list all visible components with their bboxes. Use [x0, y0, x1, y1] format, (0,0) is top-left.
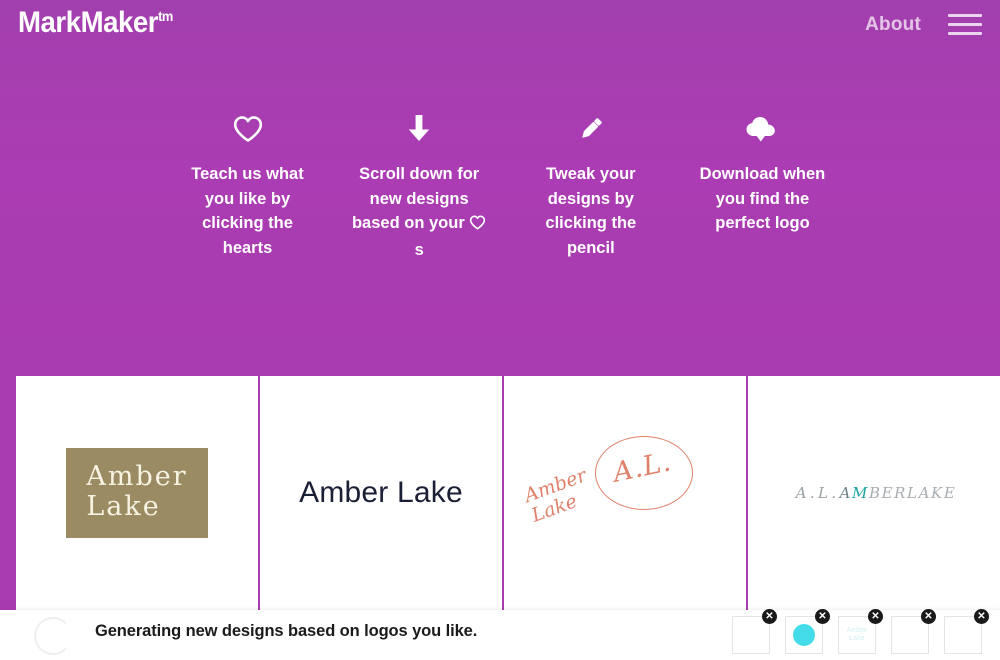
brand-trademark: tm: [158, 8, 173, 24]
monogram-wordmark: Amber Lake: [521, 464, 597, 526]
logo-card-4[interactable]: A.L.AMBERLAKE: [748, 376, 1000, 610]
instruction-item-hearts: Teach us what you like by clicking the h…: [180, 108, 315, 262]
logo4-part-2: M: [851, 484, 869, 502]
logo1-line-1: Amber: [86, 461, 188, 492]
instruction-item-download: Download when you find the perfect logo: [695, 108, 830, 262]
instruction-item-scroll: Scroll down for new designs based on you…: [352, 108, 487, 262]
liked-thumb-3[interactable]: Amber Lake ✕: [838, 609, 883, 654]
logo-card-1[interactable]: Amber Lake: [16, 376, 258, 610]
liked-thumbnails-tray: ✕ ✕ Amber Lake ✕ ✕ ✕: [732, 609, 989, 654]
thumb-3-line-2: Lake: [849, 635, 865, 642]
logo4-part-1: A: [839, 484, 852, 502]
remove-thumb-4-icon[interactable]: ✕: [921, 609, 936, 624]
brand-logo[interactable]: MarkMakertm: [18, 6, 173, 40]
logo-preview-2: Amber Lake: [260, 376, 502, 610]
instruction-label-download: Download when you find the perfect logo: [699, 165, 826, 232]
spinner-ring: [34, 617, 72, 655]
liked-thumb-4[interactable]: ✕: [891, 609, 936, 654]
liked-thumb-5[interactable]: ✕: [944, 609, 989, 654]
amber-lake-monogram-logo: A.L. Amber Lake: [521, 428, 725, 558]
logo-preview-4: A.L.AMBERLAKE: [748, 376, 1000, 610]
hero-section: MarkMakertm About Teach us what you like…: [0, 0, 1000, 376]
hamburger-bar-2: [948, 23, 982, 26]
instruction-scroll-before: Scroll down for new designs based on you…: [351, 165, 480, 232]
logo-card-row: Amber Lake Amber Lake A.L. Amber Lake A.…: [0, 376, 1000, 610]
top-navigation-bar: MarkMakertm About: [0, 0, 1000, 62]
cloud-download-icon: [695, 108, 830, 150]
pencil-icon: [523, 108, 658, 150]
instructions-row: Teach us what you like by clicking the h…: [180, 108, 830, 262]
instruction-label-tweak: Tweak your designs by clicking the penci…: [545, 165, 637, 257]
hamburger-bar-3: [948, 32, 982, 35]
loading-spinner-icon: [34, 617, 72, 655]
logo4-part-3: BERLAKE: [868, 484, 957, 502]
logo-preview-3: A.L. Amber Lake: [504, 376, 746, 610]
nav-about-link[interactable]: About: [865, 14, 921, 36]
remove-thumb-3-icon[interactable]: ✕: [868, 609, 883, 624]
hamburger-bar-1: [948, 14, 982, 17]
remove-thumb-5-icon[interactable]: ✕: [974, 609, 989, 624]
logo-preview-1: Amber Lake: [16, 376, 258, 610]
instruction-scroll-after: s: [414, 240, 424, 259]
heart-icon: [180, 108, 315, 150]
arrow-down-icon: [352, 108, 487, 150]
remove-thumb-1-icon[interactable]: ✕: [762, 609, 777, 624]
amber-lake-serif-caps-logo: A.L.AMBERLAKE: [796, 484, 957, 502]
logo-card-2[interactable]: Amber Lake: [260, 376, 502, 610]
liked-thumb-1[interactable]: ✕: [732, 609, 777, 654]
thumb-2-circle-mark: [793, 624, 815, 646]
app-root: MarkMakertm About Teach us what you like…: [0, 0, 1000, 660]
thumb-3-line-1: Amber: [846, 627, 868, 634]
instruction-label-hearts: Teach us what you like by clicking the h…: [191, 165, 304, 257]
amber-lake-boxed-logo: Amber Lake: [66, 448, 208, 538]
heart-inline-icon: [469, 213, 486, 238]
logo1-line-2: Lake: [86, 491, 161, 522]
instruction-label-scroll: Scroll down for new designs based on you…: [352, 162, 487, 262]
brand-name: MarkMaker: [18, 6, 159, 39]
thumb-3-wordmark: Amber Lake: [847, 627, 868, 643]
hamburger-menu-icon[interactable]: [948, 14, 982, 40]
liked-thumb-2[interactable]: ✕: [785, 609, 830, 654]
instruction-item-tweak: Tweak your designs by clicking the penci…: [523, 108, 658, 262]
status-message: Generating new designs based on logos yo…: [95, 622, 478, 640]
amber-lake-plain-logo: Amber Lake: [299, 476, 463, 509]
logo-card-3[interactable]: A.L. Amber Lake: [504, 376, 746, 610]
row-left-edge: [0, 376, 16, 610]
logo4-prefix: A.L.: [795, 484, 840, 502]
remove-thumb-2-icon[interactable]: ✕: [815, 609, 830, 624]
